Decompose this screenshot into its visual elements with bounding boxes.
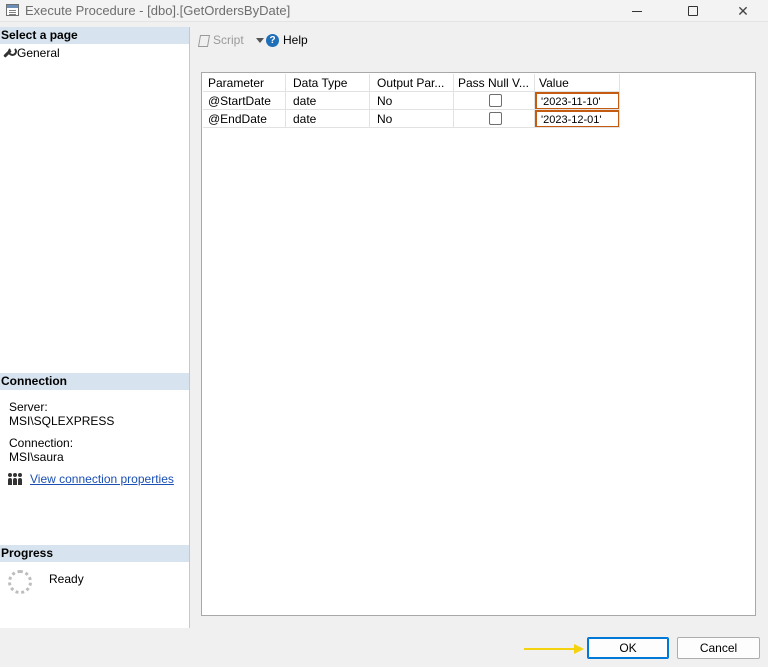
connection-value: MSI\saura: [9, 450, 64, 464]
pass-null-cell: [454, 110, 535, 128]
minimize-button[interactable]: [614, 0, 660, 22]
ok-button[interactable]: OK: [587, 637, 669, 659]
pass-null-cell: [454, 92, 535, 110]
grid-header-row: Parameter Data Type Output Par... Pass N…: [203, 74, 620, 92]
app-icon: [6, 4, 19, 16]
wrench-icon: [2, 47, 17, 59]
pass-null-checkbox[interactable]: [489, 94, 502, 107]
connection-users-icon: [7, 472, 23, 486]
script-dropdown-icon[interactable]: [255, 37, 264, 43]
table-row: @StartDate date No '2023-11-10': [203, 92, 620, 110]
column-header-data-type[interactable]: Data Type: [286, 74, 370, 92]
data-type-cell: date: [286, 92, 370, 110]
connection-header: Connection: [0, 373, 189, 390]
window-title: Execute Procedure - [dbo].[GetOrdersByDa…: [25, 3, 291, 18]
progress-spinner-icon: [8, 570, 32, 594]
server-label: Server:: [9, 400, 48, 414]
connection-label: Connection:: [9, 436, 74, 450]
progress-header: Progress: [0, 545, 189, 562]
value-cell[interactable]: '2023-12-01': [535, 110, 620, 128]
left-pane: Select a page General Connection Server:…: [0, 27, 190, 628]
close-icon: ✕: [737, 2, 749, 19]
help-icon: ?: [266, 33, 279, 47]
pass-null-checkbox[interactable]: [489, 112, 502, 125]
minimize-icon: [632, 10, 642, 12]
maximize-icon: [688, 6, 698, 16]
output-parameter-cell: No: [370, 110, 454, 128]
progress-status: Ready: [49, 572, 84, 586]
parameter-grid-panel: Parameter Data Type Output Par... Pass N…: [201, 72, 756, 616]
value-input[interactable]: '2023-11-10': [539, 96, 601, 108]
view-connection-row: View connection properties: [7, 472, 174, 486]
column-header-output-parameter[interactable]: Output Par...: [370, 74, 454, 92]
toolbar: Script ? Help: [191, 27, 768, 53]
value-input[interactable]: '2023-12-01': [539, 114, 601, 126]
parameter-grid: Parameter Data Type Output Par... Pass N…: [203, 74, 620, 128]
table-row: @EndDate date No '2023-12-01': [203, 110, 620, 128]
annotation-arrow-line: [524, 648, 576, 650]
data-type-cell: date: [286, 110, 370, 128]
parameter-name-cell: @EndDate: [203, 110, 286, 128]
cancel-button[interactable]: Cancel: [677, 637, 760, 659]
select-page-header: Select a page: [0, 27, 189, 44]
help-button[interactable]: ? Help: [266, 33, 308, 47]
view-connection-properties-link[interactable]: View connection properties: [30, 472, 174, 486]
column-header-pass-null-value[interactable]: Pass Null V...: [454, 74, 535, 92]
parameter-name-cell: @StartDate: [203, 92, 286, 110]
title-bar: Execute Procedure - [dbo].[GetOrdersByDa…: [0, 0, 768, 22]
script-button[interactable]: Script: [197, 33, 264, 47]
output-parameter-cell: No: [370, 92, 454, 110]
close-button[interactable]: ✕: [720, 0, 766, 22]
column-header-parameter[interactable]: Parameter: [203, 74, 286, 92]
annotation-arrow-icon: [574, 644, 584, 654]
script-label: Script: [213, 33, 244, 47]
column-header-value[interactable]: Value: [535, 74, 620, 92]
value-cell[interactable]: '2023-11-10': [535, 92, 620, 110]
maximize-button[interactable]: [670, 0, 716, 22]
server-value: MSI\SQLEXPRESS: [9, 414, 115, 428]
page-item-label: General: [17, 46, 60, 60]
page-item-general[interactable]: General: [2, 45, 60, 61]
help-label: Help: [283, 33, 308, 47]
script-icon: [197, 34, 209, 46]
